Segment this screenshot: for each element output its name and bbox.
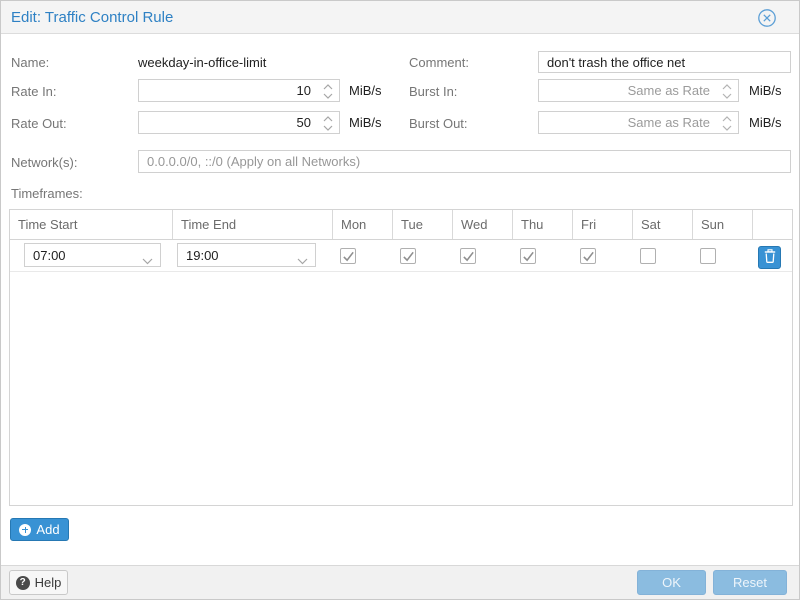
rate-out-spinner[interactable] <box>322 115 334 132</box>
column-header-sat[interactable]: Sat <box>633 210 693 239</box>
rate-out-label: Rate Out: <box>11 116 67 131</box>
column-header-tue[interactable]: Tue <box>393 210 453 239</box>
rate-in-unit: MiB/s <box>349 83 382 98</box>
rate-in-label: Rate In: <box>11 84 57 99</box>
chevron-down-icon <box>142 253 153 268</box>
dialog-footer: ? Help OK Reset <box>1 565 799 600</box>
checkbox-wed[interactable] <box>460 248 476 264</box>
rate-out-input[interactable] <box>139 112 339 133</box>
help-button-label: Help <box>35 575 62 590</box>
timeframes-label: Timeframes: <box>11 186 83 201</box>
burst-out-input[interactable] <box>539 112 738 133</box>
name-label: Name: <box>11 55 49 70</box>
dialog-title: Edit: Traffic Control Rule <box>11 9 173 26</box>
dialog-titlebar: Edit: Traffic Control Rule <box>1 1 799 34</box>
burst-in-field <box>538 79 739 102</box>
rate-in-spinner[interactable] <box>322 83 334 100</box>
rate-in-input[interactable] <box>139 80 339 101</box>
delete-row-button[interactable] <box>758 246 781 269</box>
burst-in-label: Burst In: <box>409 84 457 99</box>
name-value: weekday-in-office-limit <box>138 55 266 70</box>
column-header-sun[interactable]: Sun <box>693 210 753 239</box>
rate-out-field <box>138 111 340 134</box>
column-header-time-start[interactable]: Time Start <box>10 210 173 239</box>
reset-button[interactable]: Reset <box>713 570 787 595</box>
networks-input[interactable] <box>138 150 791 173</box>
time-end-combo[interactable]: 19:00 <box>177 243 316 267</box>
timeframes-header-row: Time Start Time End Mon Tue Wed Thu Fri … <box>10 210 792 240</box>
column-header-mon[interactable]: Mon <box>333 210 393 239</box>
column-header-thu[interactable]: Thu <box>513 210 573 239</box>
plus-circle-icon <box>19 524 31 536</box>
comment-input[interactable] <box>538 51 791 73</box>
checkbox-fri[interactable] <box>580 248 596 264</box>
column-header-time-end[interactable]: Time End <box>173 210 333 239</box>
trash-icon <box>764 249 776 266</box>
checkbox-sat[interactable] <box>640 248 656 264</box>
checkbox-mon[interactable] <box>340 248 356 264</box>
comment-label: Comment: <box>409 55 469 70</box>
chevron-down-icon <box>297 253 308 268</box>
time-start-value: 07:00 <box>33 248 66 263</box>
time-start-combo[interactable]: 07:00 <box>24 243 161 267</box>
burst-out-spinner[interactable] <box>721 115 733 132</box>
checkbox-sun[interactable] <box>700 248 716 264</box>
burst-in-spinner[interactable] <box>721 83 733 100</box>
question-circle-icon: ? <box>16 576 30 590</box>
rate-in-field <box>138 79 340 102</box>
column-header-actions <box>753 210 792 239</box>
burst-in-unit: MiB/s <box>749 83 782 98</box>
column-header-wed[interactable]: Wed <box>453 210 513 239</box>
burst-out-field <box>538 111 739 134</box>
add-button-label: Add <box>36 522 59 537</box>
ok-button[interactable]: OK <box>637 570 706 595</box>
column-header-fri[interactable]: Fri <box>573 210 633 239</box>
checkbox-thu[interactable] <box>520 248 536 264</box>
add-timeframe-button[interactable]: Add <box>10 518 69 541</box>
burst-in-input[interactable] <box>539 80 738 101</box>
edit-traffic-control-rule-dialog: Edit: Traffic Control Rule Name: weekday… <box>0 0 800 600</box>
time-end-value: 19:00 <box>186 248 219 263</box>
burst-out-unit: MiB/s <box>749 115 782 130</box>
checkbox-tue[interactable] <box>400 248 416 264</box>
networks-label: Network(s): <box>11 155 77 170</box>
help-button[interactable]: ? Help <box>9 570 68 595</box>
burst-out-label: Burst Out: <box>409 116 468 131</box>
close-icon[interactable] <box>757 8 777 28</box>
rate-out-unit: MiB/s <box>349 115 382 130</box>
